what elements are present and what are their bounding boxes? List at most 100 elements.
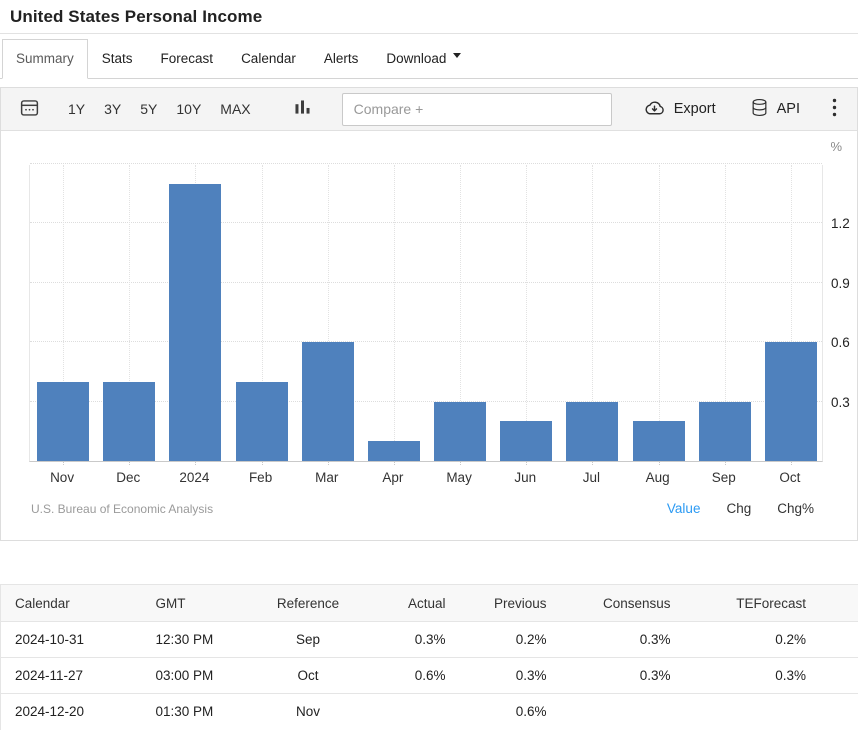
x-axis-label: Mar bbox=[297, 470, 357, 485]
source-label: U.S. Bureau of Economic Analysis bbox=[31, 502, 213, 516]
chart-type-button[interactable] bbox=[289, 95, 316, 123]
tab-download[interactable]: Download bbox=[372, 39, 475, 79]
bar-nov[interactable] bbox=[37, 382, 89, 461]
calendar-table: CalendarGMTReferenceActualPreviousConsen… bbox=[0, 584, 858, 730]
table-cell: 12:30 PM bbox=[141, 622, 251, 658]
table-cell: Sep bbox=[251, 622, 366, 658]
gridline-horizontal bbox=[30, 282, 822, 283]
compare-input[interactable] bbox=[342, 93, 612, 126]
column-header-previous: Previous bbox=[451, 585, 551, 622]
tab-label: Download bbox=[386, 51, 446, 66]
bar-chart-icon bbox=[295, 99, 310, 119]
bar-dec[interactable] bbox=[103, 382, 155, 461]
x-axis-tick bbox=[725, 461, 726, 465]
x-axis-label: Aug bbox=[628, 470, 688, 485]
series-link-chg[interactable]: Chg bbox=[726, 501, 751, 516]
kebab-menu-icon bbox=[832, 98, 837, 120]
gridline-horizontal bbox=[30, 341, 822, 342]
tab-summary[interactable]: Summary bbox=[2, 39, 88, 79]
bar-2024[interactable] bbox=[169, 184, 221, 461]
x-axis-tick bbox=[195, 461, 196, 465]
tab-forecast[interactable]: Forecast bbox=[147, 39, 228, 79]
x-axis-label: Apr bbox=[363, 470, 423, 485]
table-cell bbox=[674, 694, 858, 730]
caret-down-icon bbox=[453, 53, 461, 62]
table-header-row: CalendarGMTReferenceActualPreviousConsen… bbox=[1, 585, 858, 622]
x-axis-tick bbox=[460, 461, 461, 465]
column-header-gmt: GMT bbox=[141, 585, 251, 622]
x-axis-label: Feb bbox=[231, 470, 291, 485]
api-button[interactable]: API bbox=[748, 93, 802, 126]
x-axis-tick bbox=[262, 461, 263, 465]
bar-may[interactable] bbox=[434, 402, 486, 461]
x-axis-label: Dec bbox=[98, 470, 158, 485]
x-axis-label: 2024 bbox=[164, 470, 224, 485]
bar-aug[interactable] bbox=[633, 421, 685, 461]
more-options-button[interactable] bbox=[826, 94, 843, 124]
date-range-picker-button[interactable] bbox=[13, 93, 46, 125]
bar-mar[interactable] bbox=[302, 342, 354, 461]
column-header-calendar: Calendar bbox=[1, 585, 141, 622]
gridline-horizontal bbox=[30, 222, 822, 223]
table-cell: 0.2% bbox=[451, 622, 551, 658]
table-cell: 2024-11-27 bbox=[1, 658, 141, 694]
tab-label: Alerts bbox=[324, 51, 359, 66]
tab-stats[interactable]: Stats bbox=[88, 39, 147, 79]
bar-feb[interactable] bbox=[236, 382, 288, 461]
page-header: United States Personal Income bbox=[0, 0, 858, 34]
range-button-10y[interactable]: 10Y bbox=[176, 99, 201, 119]
gridline-vertical bbox=[659, 165, 660, 461]
y-axis-label: 0.3 bbox=[831, 394, 850, 412]
table-cell: 03:00 PM bbox=[141, 658, 251, 694]
x-axis-tick bbox=[659, 461, 660, 465]
series-link-chgpct[interactable]: Chg% bbox=[777, 501, 814, 516]
bar-sep[interactable] bbox=[699, 402, 751, 461]
y-axis-unit-label: % bbox=[830, 139, 842, 154]
table-cell: 0.3% bbox=[551, 658, 674, 694]
page-title: United States Personal Income bbox=[10, 7, 262, 27]
table-cell: 01:30 PM bbox=[141, 694, 251, 730]
chart: % 0.30.60.91.2 NovDec2024FebMarAprMayJun… bbox=[1, 131, 857, 540]
table-row: 2024-12-2001:30 PMNov0.6% bbox=[1, 694, 858, 730]
plot-area bbox=[29, 165, 823, 462]
tab-alerts[interactable]: Alerts bbox=[310, 39, 373, 79]
x-axis-tick bbox=[63, 461, 64, 465]
tab-label: Calendar bbox=[241, 51, 296, 66]
table-row: 2024-11-2703:00 PMOct0.6%0.3%0.3%0.3% bbox=[1, 658, 858, 694]
bar-jun[interactable] bbox=[500, 421, 552, 461]
table-cell: 0.6% bbox=[366, 658, 451, 694]
database-icon bbox=[750, 97, 769, 122]
table-cell: 0.3% bbox=[366, 622, 451, 658]
x-axis-label: Nov bbox=[32, 470, 92, 485]
range-buttons: 1Y 3Y 5Y 10Y MAX bbox=[68, 99, 251, 119]
bar-apr[interactable] bbox=[368, 441, 420, 461]
series-link-value[interactable]: Value bbox=[667, 501, 701, 516]
table-cell: 2024-12-20 bbox=[1, 694, 141, 730]
range-button-3y[interactable]: 3Y bbox=[104, 99, 121, 119]
calendar-icon bbox=[19, 97, 40, 121]
x-axis-label: Jul bbox=[561, 470, 621, 485]
column-header-actual: Actual bbox=[366, 585, 451, 622]
bar-oct[interactable] bbox=[765, 342, 817, 461]
export-button[interactable]: Export bbox=[641, 94, 718, 125]
x-axis-tick bbox=[328, 461, 329, 465]
table-cell: 0.3% bbox=[674, 658, 858, 694]
table-body: 2024-10-3112:30 PMSep0.3%0.2%0.3%0.2%202… bbox=[1, 622, 858, 730]
x-axis-label: Sep bbox=[694, 470, 754, 485]
table-cell: 0.2% bbox=[674, 622, 858, 658]
y-axis-label: 0.6 bbox=[831, 334, 850, 352]
y-axis-label: 0.9 bbox=[831, 275, 850, 293]
tab-label: Summary bbox=[16, 51, 74, 66]
gridline-vertical bbox=[526, 165, 527, 461]
range-button-max[interactable]: MAX bbox=[220, 99, 250, 119]
column-header-reference: Reference bbox=[251, 585, 366, 622]
range-button-1y[interactable]: 1Y bbox=[68, 99, 85, 119]
gridline-vertical bbox=[394, 165, 395, 461]
bar-jul[interactable] bbox=[566, 402, 618, 461]
export-label: Export bbox=[674, 101, 716, 117]
range-button-5y[interactable]: 5Y bbox=[140, 99, 157, 119]
chart-card: 1Y 3Y 5Y 10Y MAX Export bbox=[0, 87, 858, 541]
tab-calendar[interactable]: Calendar bbox=[227, 39, 310, 79]
table-cell: 0.6% bbox=[451, 694, 551, 730]
x-axis-tick bbox=[592, 461, 593, 465]
